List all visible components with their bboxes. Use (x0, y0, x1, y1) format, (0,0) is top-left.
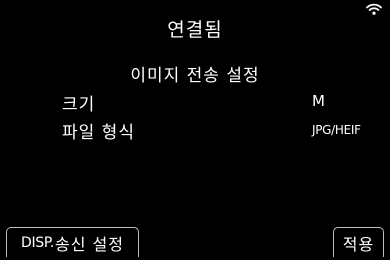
send-settings-label: 송신 설정 (55, 234, 124, 254)
section-title: 이미지 전송 설정 (130, 66, 260, 86)
apply-label: 적용 (342, 234, 375, 254)
setting-value-size: M (312, 92, 325, 110)
status-title: 연결됨 (167, 19, 223, 41)
setting-label-size: 크기 (62, 95, 96, 115)
send-settings-button[interactable]: DISP. 송신 설정 (6, 227, 139, 257)
setting-label-file-format: 파일 형식 (62, 123, 135, 143)
disp-key-label: DISP. (21, 234, 55, 251)
wifi-icon (366, 3, 382, 15)
setting-value-file-format: JPG/HEIF (312, 123, 361, 137)
apply-button[interactable]: 적용 (333, 227, 384, 257)
